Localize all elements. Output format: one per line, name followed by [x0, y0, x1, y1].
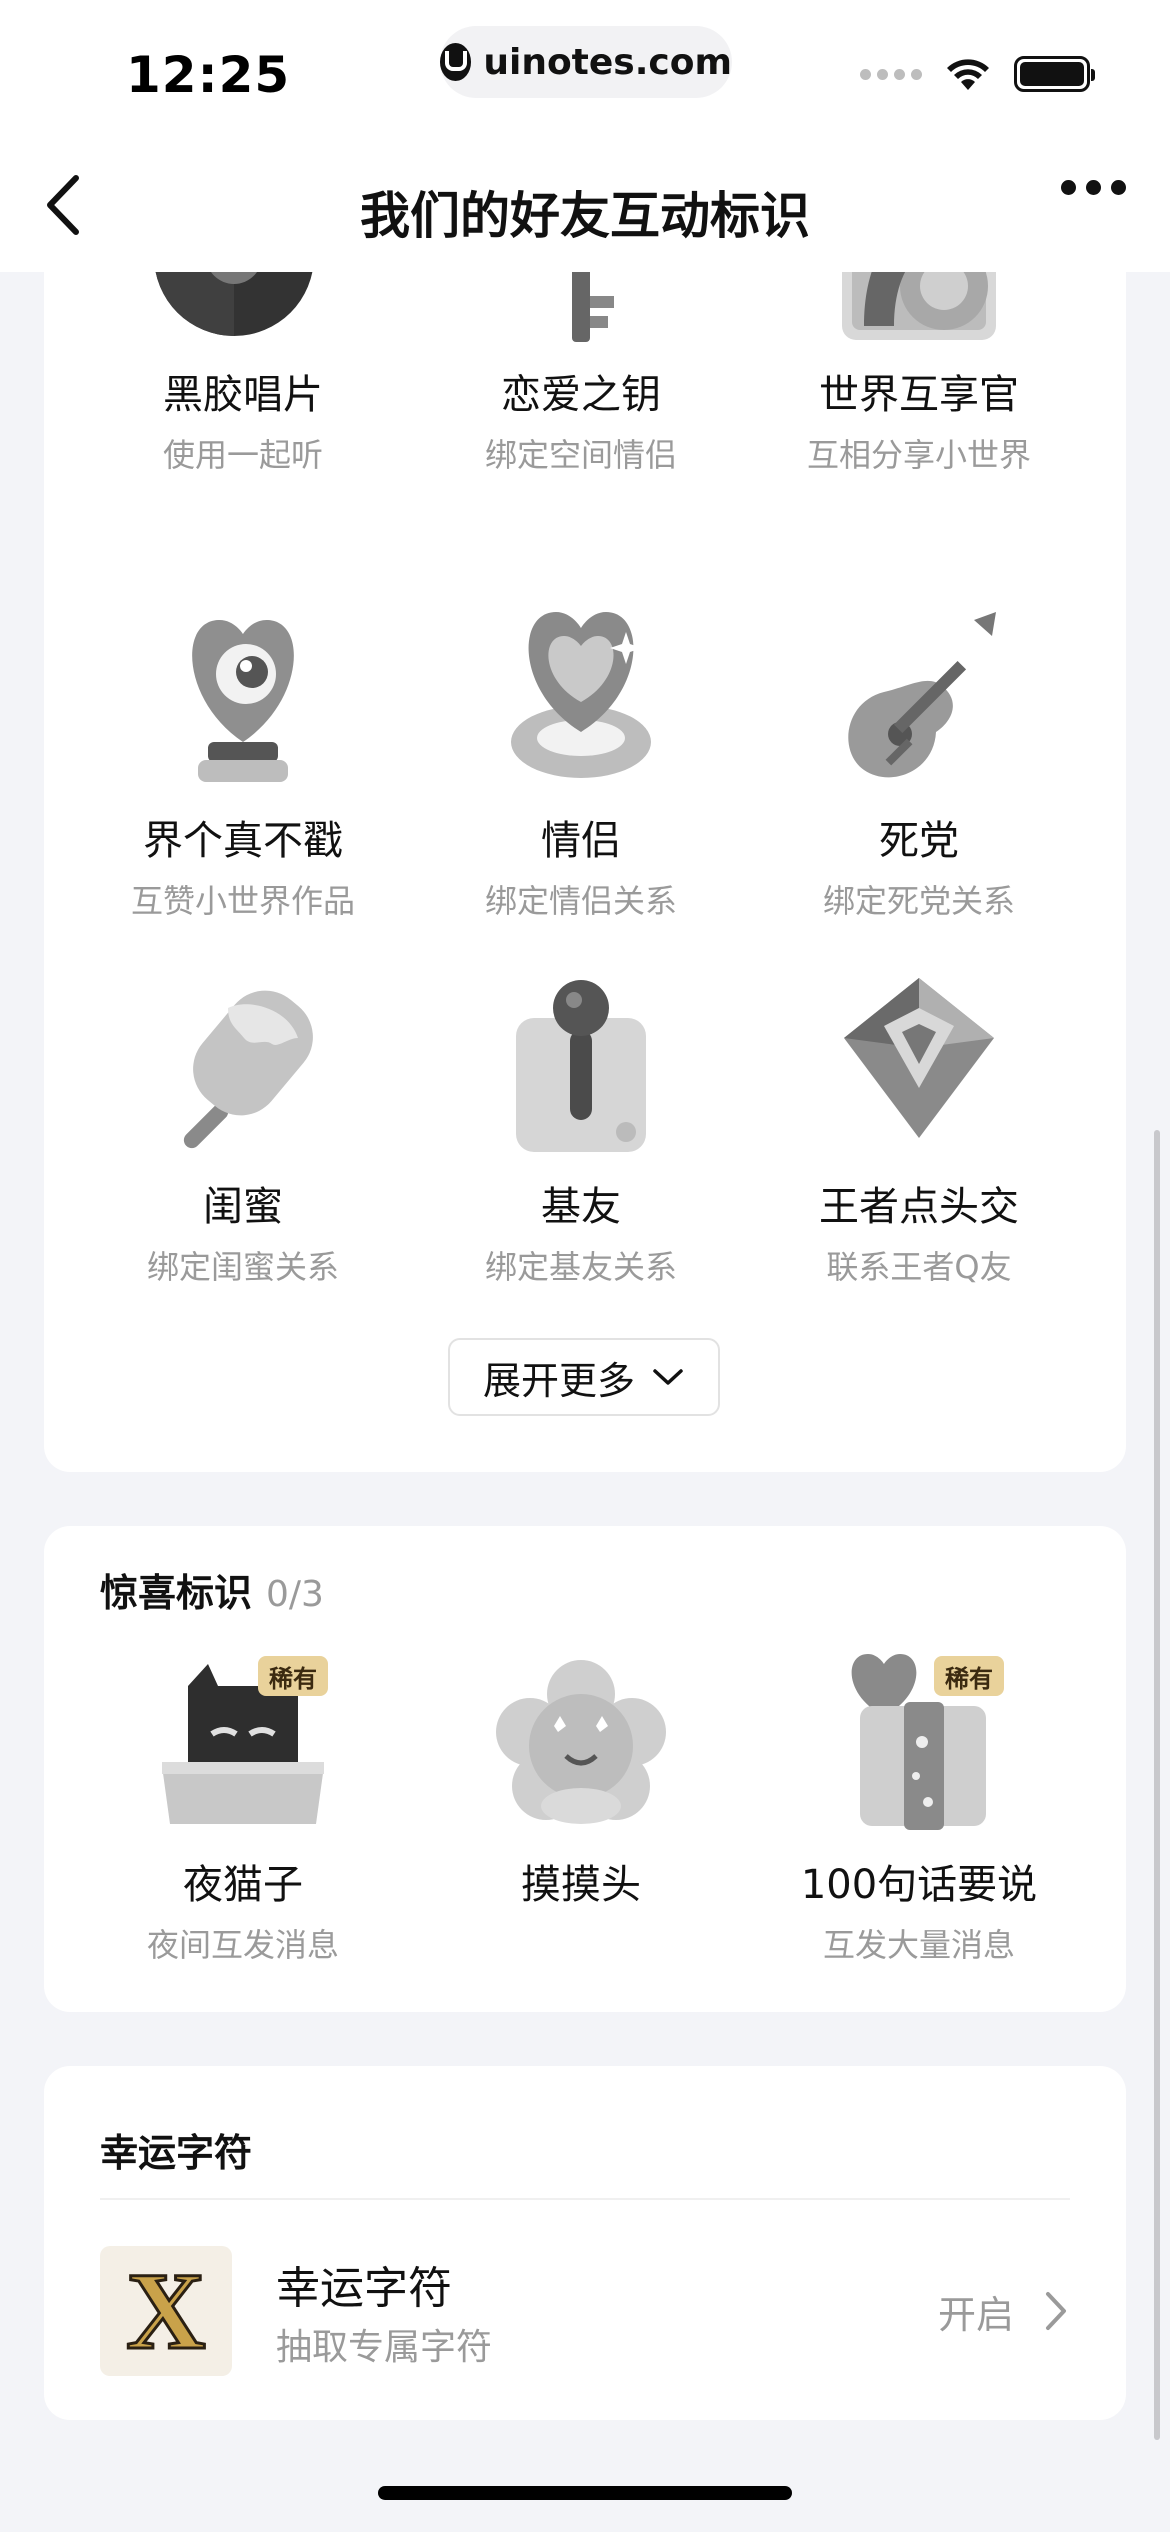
surprise-item[interactable]: 摸摸头: [412, 1646, 750, 1966]
badge-title: 死党: [879, 818, 959, 864]
surprise-item-subtitle: 夜间互发消息: [146, 1926, 339, 1964]
badge-item[interactable]: 王者点头交 联系王者Q友: [750, 968, 1088, 1288]
badge-title: 王者点头交: [819, 1184, 1019, 1230]
badge-title: 情侣: [541, 818, 621, 864]
surprise-count: 0/3: [266, 1574, 324, 1615]
wifi-icon: [947, 59, 989, 90]
badge-subtitle: 绑定死党关系: [822, 882, 1015, 920]
rare-badge: 稀有: [258, 1656, 328, 1696]
expand-more-label: 展开更多: [482, 1358, 635, 1403]
badge-title: 黑胶唱片: [163, 372, 323, 418]
badge-title: 世界互享官: [819, 372, 1019, 418]
badge-title: 界个真不戳: [143, 818, 343, 864]
status-time: 12:25: [126, 46, 291, 104]
surprise-item-title: 100句话要说: [800, 1862, 1038, 1908]
rare-badge: 稀有: [934, 1656, 1004, 1696]
lucky-item-name: 幸运字符: [276, 2263, 452, 2314]
badge-subtitle: 绑定情侣关系: [484, 882, 677, 920]
divider: [100, 2198, 1070, 2200]
badge-subtitle: 联系王者Q友: [826, 1248, 1012, 1286]
top-bar: 12:25 uinotes.com 我们的好友互动标识: [0, 0, 1170, 272]
badge-item[interactable]: 基友 绑定基友关系: [412, 968, 750, 1288]
surprise-item-subtitle: 互发大量消息: [822, 1926, 1015, 1964]
surprise-item[interactable]: 稀有 夜猫子 夜间互发消息: [74, 1646, 412, 1966]
badge-title: 基友: [541, 1184, 621, 1230]
battery-icon: [1014, 56, 1095, 92]
svg-text:X: X: [126, 2256, 205, 2366]
status-indicators: [860, 56, 1095, 92]
badge-subtitle: 使用一起听: [162, 436, 323, 474]
guitar-icon: [824, 602, 1014, 792]
popsicle-icon: [148, 968, 338, 1158]
surprise-header: 惊喜标识 0/3: [100, 1562, 324, 1617]
scrollbar[interactable]: [1154, 1130, 1160, 2440]
more-options-icon[interactable]: [1061, 180, 1126, 195]
badges-card: 黑胶唱片 使用一起听 恋爱之钥 绑定空间情侣 世界互享官 互相分享小世界 界个真…: [44, 200, 1126, 1472]
surprise-item[interactable]: 稀有 100句话要说 互发大量消息: [750, 1646, 1088, 1966]
chevron-down-icon: [653, 1369, 683, 1385]
surprise-row: 稀有 夜猫子 夜间互发消息 摸摸头 稀有 100句话要说 互发大量消息: [44, 1646, 1126, 1966]
url-pill[interactable]: uinotes.com: [440, 26, 732, 98]
badge-row: 界个真不戳 互赞小世界作品 情侣 绑定情侣关系 死党 绑定死党关系: [44, 602, 1126, 922]
url-text: uinotes.com: [483, 41, 732, 83]
pat-head-flower-icon: [486, 1646, 676, 1836]
badge-subtitle: 绑定空间情侣: [484, 436, 677, 474]
badge-item[interactable]: 闺蜜 绑定闺蜜关系: [74, 968, 412, 1288]
badge-subtitle: 绑定闺蜜关系: [146, 1248, 339, 1286]
site-logo-icon: [440, 43, 472, 81]
lucky-character-card: 幸运字符 X 幸运字符 抽取专属字符 开启: [44, 2066, 1126, 2420]
badge-title: 恋爱之钥: [501, 372, 661, 418]
page-title: 我们的好友互动标识: [360, 187, 810, 245]
night-cat-icon: 稀有: [148, 1646, 338, 1836]
badge-subtitle: 互赞小世界作品: [130, 882, 355, 920]
open-action-label: 开启: [937, 2293, 1014, 2337]
badge-subtitle: 绑定基友关系: [484, 1248, 677, 1286]
home-indicator[interactable]: [378, 2486, 792, 2500]
diamond-icon: [824, 968, 1014, 1158]
heart-gift-icon: 稀有: [824, 1646, 1014, 1836]
surprise-item-title: 摸摸头: [521, 1862, 641, 1908]
surprise-item-title: 夜猫子: [183, 1862, 303, 1908]
badge-item[interactable]: 死党 绑定死党关系: [750, 602, 1088, 922]
badge-subtitle: 互相分享小世界: [806, 436, 1031, 474]
lucky-item-description: 抽取专属字符: [276, 2327, 493, 2368]
badge-row: 闺蜜 绑定闺蜜关系 基友 绑定基友关系 王者点头交 联系王者Q友: [44, 968, 1126, 1288]
lucky-character-row[interactable]: X 幸运字符 抽取专属字符 开启: [100, 2246, 1070, 2376]
badge-item[interactable]: 界个真不戳 互赞小世界作品: [74, 602, 412, 922]
surprise-badges-card: 惊喜标识 0/3 稀有 夜猫子 夜间互发消息 摸摸头 稀有 100句话要说 互发…: [44, 1526, 1126, 2012]
badge-item[interactable]: 情侣 绑定情侣关系: [412, 602, 750, 922]
signal-icon: [860, 68, 922, 80]
expand-more-button[interactable]: 展开更多: [448, 1338, 720, 1416]
surprise-title: 惊喜标识: [100, 1571, 253, 1615]
joystick-icon: [486, 968, 676, 1158]
badge-title: 闺蜜: [203, 1184, 283, 1230]
lucky-section-title: 幸运字符: [100, 2131, 253, 2175]
heart-trophy-icon: [148, 602, 338, 792]
lucky-character-thumbnail: X: [100, 2246, 232, 2376]
chevron-right-icon: [1046, 2292, 1066, 2330]
heart-ring-icon: [486, 602, 676, 792]
